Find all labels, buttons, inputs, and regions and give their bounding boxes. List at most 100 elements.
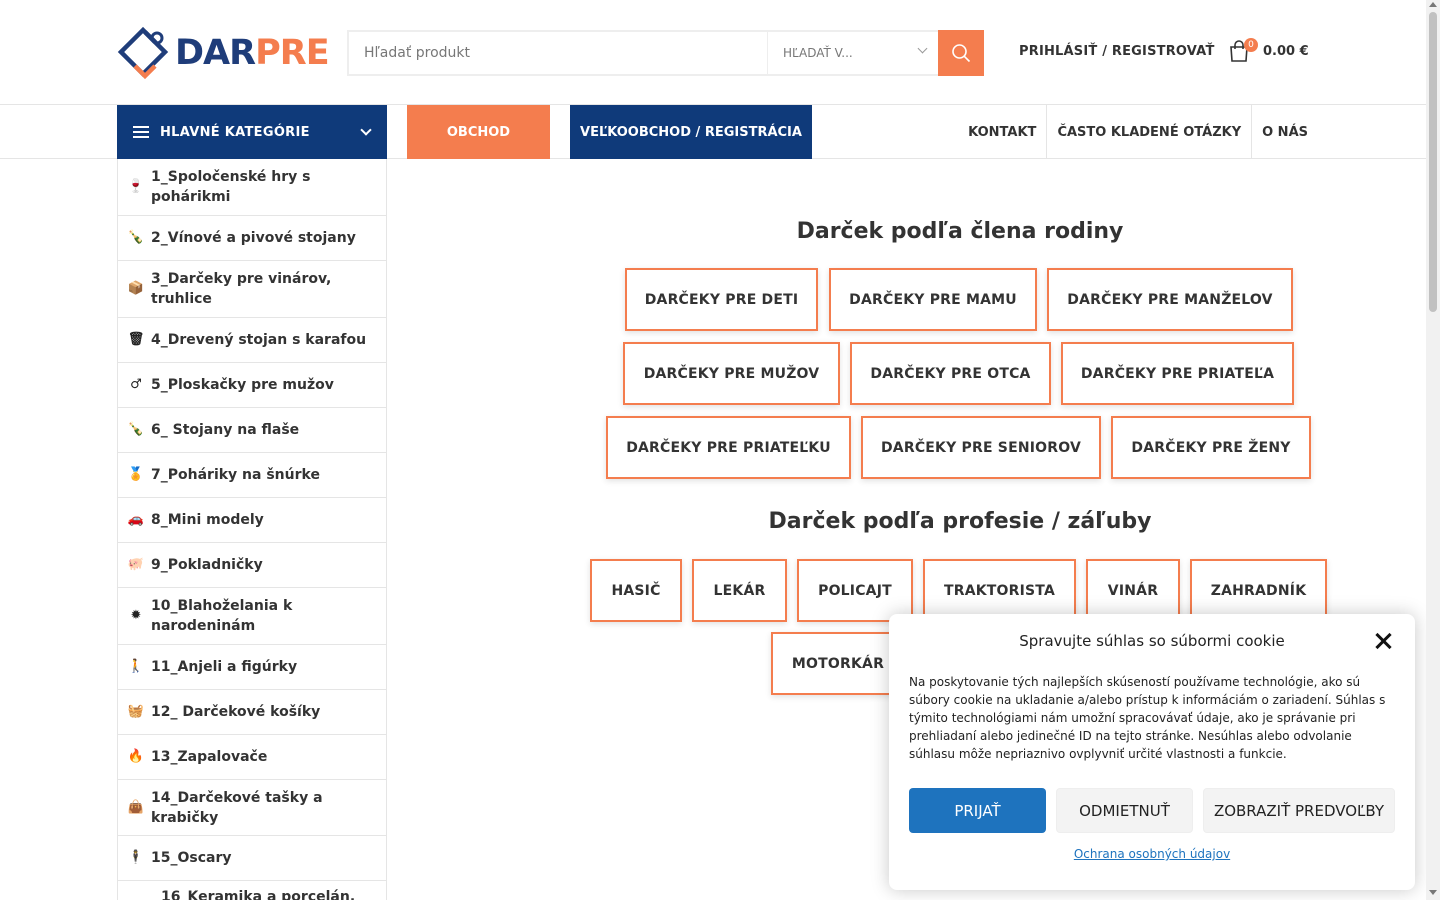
bottle-icon: 🍾 — [127, 230, 145, 245]
profession-heading: Darček podľa profesie / záľuby — [768, 509, 1152, 534]
main-navigation: HLAVNÉ KATEGÓRIE OBCHOD VEĽKOOBCHOD / RE… — [0, 105, 1426, 159]
nav-secondary-links: KONTAKT ČASTO KLADENÉ OTÁZKY O NÁS — [958, 105, 1308, 159]
family-button-father[interactable]: DARČEKY PRE OTCA — [850, 342, 1051, 405]
cart-button[interactable]: 0 0.00 € — [1229, 38, 1309, 62]
sidebar-item-7[interactable]: 🏅 7_Poháriky na šnúrke — [118, 453, 386, 498]
profession-button-winemaker[interactable]: VINÁR — [1086, 559, 1180, 622]
cookie-deny-button[interactable]: ODMIETNUŤ — [1056, 788, 1193, 833]
profession-button-doctor[interactable]: LEKÁR — [692, 559, 787, 622]
car-icon: 🚗 — [127, 512, 145, 527]
sidebar-item-label: 6_ Stojany na flaše — [151, 422, 300, 438]
sidebar-item-10[interactable]: ✹ 10_Blahoželania k narodeninám — [118, 588, 386, 645]
scroll-up-arrow-icon[interactable] — [1429, 2, 1437, 7]
cookie-accept-button[interactable]: PRIJAŤ — [909, 788, 1046, 833]
main-categories-button[interactable]: HLAVNÉ KATEGÓRIE — [117, 105, 387, 159]
chevron-down-icon — [360, 124, 372, 136]
profession-button-firefighter[interactable]: HASIČ — [590, 559, 682, 622]
sidebar-item-8[interactable]: 🚗 8_Mini modely — [118, 498, 386, 543]
sidebar-item-16[interactable]: 16_Keramika a porcelán, — [118, 881, 386, 900]
scrollbar-thumb[interactable] — [1429, 12, 1437, 312]
family-button-friend-female[interactable]: DARČEKY PRE PRIATEĽKU — [606, 416, 851, 479]
tray-icon: 🗑 — [127, 332, 145, 347]
sidebar-item-label: 7_Poháriky na šnúrke — [151, 467, 320, 483]
site-logo[interactable]: DARPRE — [117, 26, 330, 80]
close-icon[interactable] — [1373, 630, 1395, 652]
sidebar-item-label: 1_Spoločenské hry s pohárikmi — [151, 169, 311, 205]
family-button-kids[interactable]: DARČEKY PRE DETI — [625, 268, 818, 331]
family-button-friend-male[interactable]: DARČEKY PRE PRIATEĽA — [1061, 342, 1294, 405]
cookie-consent-dialog: Spravujte súhlas so súbormi cookie Na po… — [889, 614, 1415, 890]
sidebar-item-label: 13_Zapalovače — [151, 749, 268, 765]
profession-button-gardener[interactable]: ZAHRADNÍK — [1190, 559, 1327, 622]
sidebar-item-1[interactable]: 🍷 1_Spoločenské hry s pohárikmi — [118, 159, 386, 216]
family-button-seniors[interactable]: DARČEKY PRE SENIOROV — [861, 416, 1101, 479]
menu-icon — [133, 126, 149, 138]
page-scrollbar[interactable] — [1426, 0, 1440, 900]
walking-icon: 🚶 — [127, 659, 145, 674]
nav-faq-link[interactable]: ČASTO KLADENÉ OTÁZKY — [1046, 105, 1251, 159]
sidebar-item-label: 14_Darčekové tašky a krabičky — [151, 789, 323, 826]
main-categories-label: HLAVNÉ KATEGÓRIE — [160, 124, 310, 140]
figure-icon: 🕴 — [127, 850, 145, 865]
cookie-title: Spravujte súhlas so súbormi cookie — [1019, 632, 1285, 650]
sidebar-item-2[interactable]: 🍾 2_Vínové a pivové stojany — [118, 216, 386, 261]
search-bar: HĽADAŤ V... — [347, 30, 984, 76]
sidebar-item-13[interactable]: 🔥 13_Zapalovače — [118, 735, 386, 780]
privacy-policy-link[interactable]: Ochrana osobných údajov — [889, 847, 1415, 861]
sidebar-item-14[interactable]: 👜 14_Darčekové tašky a krabičky — [118, 780, 386, 836]
sidebar-item-label: 16_Keramika a porcelán, — [161, 889, 356, 900]
profession-button-police[interactable]: POLICAJT — [797, 559, 913, 622]
sidebar-item-5[interactable]: ♂ 5_Ploskačky pre mužov — [118, 363, 386, 408]
bottle-icon: 🍾 — [127, 422, 145, 437]
search-category-select[interactable]: HĽADAŤ V... — [767, 32, 938, 74]
sidebar-item-label: 9_Pokladničky — [151, 557, 263, 573]
bag-icon: 👜 — [127, 799, 145, 815]
basket-icon: 🧺 — [127, 704, 145, 719]
sidebar-item-label: 3_Darčeky pre vinárov, truhlice — [151, 271, 332, 307]
sidebar-item-4[interactable]: 🗑 4_Drevený stojan s karafou — [118, 318, 386, 363]
search-input[interactable] — [349, 32, 767, 74]
profession-button-biker[interactable]: MOTORKÁR — [771, 632, 905, 695]
sidebar-item-12[interactable]: 🧺 12_ Darčekové košíky — [118, 690, 386, 735]
sidebar-item-15[interactable]: 🕴 15_Oscary — [118, 836, 386, 881]
sidebar-item-label: 11_Anjeli a figúrky — [151, 659, 298, 675]
login-register-link[interactable]: PRIHLÁSIŤ / REGISTROVAŤ — [1019, 44, 1215, 59]
cookie-description: Na poskytovanie tých najlepších skúsenos… — [909, 675, 1386, 761]
nav-shop-link[interactable]: OBCHOD — [407, 105, 550, 159]
family-button-spouses[interactable]: DARČEKY PRE MANŽELOV — [1047, 268, 1293, 331]
chevron-down-icon — [917, 43, 928, 54]
sidebar-item-3[interactable]: 📦 3_Darčeky pre vinárov, truhlice — [118, 261, 386, 318]
scroll-down-arrow-icon[interactable] — [1429, 890, 1437, 895]
sidebar-item-label: 4_Drevený stojan s karafou — [151, 332, 367, 348]
cookie-preferences-button[interactable]: ZOBRAZIŤ PREDVOĽBY — [1203, 788, 1395, 833]
nav-contact-link[interactable]: KONTAKT — [958, 105, 1046, 159]
piggy-bank-icon: 🐖 — [127, 557, 145, 572]
nav-about-link[interactable]: O NÁS — [1251, 105, 1308, 159]
wine-glass-icon: 🍷 — [127, 179, 145, 194]
nav-wholesale-link[interactable]: VEĽKOOBCHOD / REGISTRÁCIA — [570, 105, 812, 159]
site-header: DARPRE HĽADAŤ V... PRIHLÁSIŤ / REGISTROV… — [0, 0, 1426, 105]
family-button-women[interactable]: DARČEKY PRE ŽENY — [1111, 416, 1311, 479]
logo-text: DARPRE — [175, 33, 330, 73]
sidebar-item-9[interactable]: 🐖 9_Pokladničky — [118, 543, 386, 588]
cart-total: 0.00 € — [1263, 43, 1309, 59]
sidebar-item-6[interactable]: 🍾 6_ Stojany na flaše — [118, 408, 386, 453]
search-icon — [952, 44, 971, 63]
sidebar-item-11[interactable]: 🚶 11_Anjeli a figúrky — [118, 645, 386, 690]
fire-icon: 🔥 — [127, 749, 145, 764]
family-button-mom[interactable]: DARČEKY PRE MAMU — [829, 268, 1037, 331]
sidebar-item-label: 10_Blahoželania k narodeninám — [151, 598, 293, 634]
family-button-men[interactable]: DARČEKY PRE MUŽOV — [623, 342, 840, 405]
medal-icon: 🏅 — [127, 467, 145, 482]
search-button[interactable] — [938, 30, 984, 76]
category-sidebar: 🍷 1_Spoločenské hry s pohárikmi 🍾 2_Víno… — [117, 159, 387, 900]
logo-mark-icon — [117, 26, 169, 80]
cart-count-badge: 0 — [1244, 38, 1258, 52]
sidebar-item-label: 15_Oscary — [151, 850, 232, 866]
sidebar-item-label: 5_Ploskačky pre mužov — [151, 377, 334, 393]
sidebar-item-label: 2_Vínové a pivové stojany — [151, 230, 356, 246]
profession-button-tractor[interactable]: TRAKTORISTA — [923, 559, 1076, 622]
sidebar-item-label: 12_ Darčekové košíky — [151, 704, 321, 720]
family-heading: Darček podľa člena rodiny — [796, 219, 1124, 244]
search-category-label: HĽADAŤ V... — [783, 46, 853, 60]
